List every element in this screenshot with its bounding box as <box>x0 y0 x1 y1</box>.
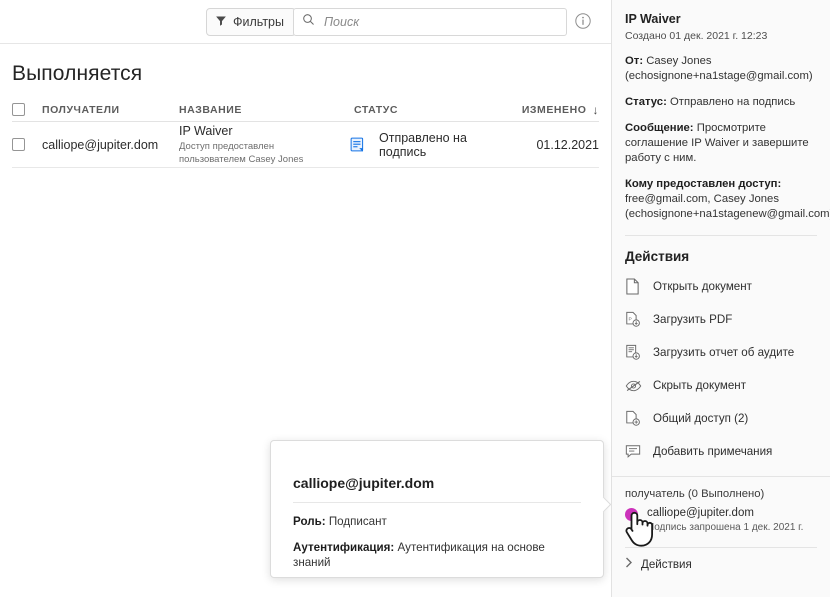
filters-button-label: Фильтры <box>233 14 284 29</box>
select-all-checkbox[interactable] <box>12 103 25 116</box>
recipient-status: Подпись запрошена 1 дек. 2021 г. <box>647 522 804 533</box>
actions-section-title: Действия <box>625 249 690 264</box>
action-hide-document-label: Скрыть документ <box>653 379 747 392</box>
detail-field-from-value: Casey Jones <box>646 55 712 67</box>
action-download-audit-report[interactable]: Загрузить отчет об аудите <box>612 336 830 369</box>
cell-title: IP Waiver Доступ предоставлен пользовате… <box>179 124 349 166</box>
action-add-notes-label: Добавить примечания <box>653 445 773 458</box>
cell-recipients: calliope@jupiter.dom <box>42 137 159 152</box>
filters-button[interactable]: Фильтры <box>206 8 296 36</box>
action-share-document-label: Общий доступ (2) <box>653 412 749 425</box>
details-summary: IP Waiver Создано 01 дек. 2021 г. 12:23 … <box>612 0 830 236</box>
column-header-title[interactable]: НАЗВАНИЕ <box>179 104 354 116</box>
tooltip-role-value: Подписант <box>328 515 387 528</box>
column-header-status[interactable]: СТАТУС <box>354 104 499 116</box>
table-header-row: ПОЛУЧАТЕЛИ НАЗВАНИЕ СТАТУС ИЗМЕНЕНО ↓ <box>12 98 599 122</box>
action-download-audit-report-label: Загрузить отчет об аудите <box>653 346 795 359</box>
info-circle-icon[interactable] <box>574 12 594 32</box>
agreement-name: IP Waiver <box>179 123 233 138</box>
row-select-cell <box>12 138 42 151</box>
svg-text:P: P <box>629 316 632 322</box>
detail-field-from-label: От: <box>625 55 644 67</box>
funnel-icon <box>215 15 227 30</box>
share-document-icon <box>625 410 653 427</box>
detail-field-status: Статус: Отправлено на подпись <box>625 95 817 110</box>
detail-field-shared-label: Кому предоставлен доступ: <box>625 178 782 190</box>
detail-field-status-value: Отправлено на подпись <box>669 96 796 108</box>
action-share-document[interactable]: Общий доступ (2) <box>612 402 830 435</box>
tooltip-role-row: Роль: Подписант <box>271 514 603 529</box>
avatar <box>625 508 638 521</box>
column-header-modified[interactable]: ИЗМЕНЕНО ↓ <box>499 103 599 117</box>
tooltip-divider <box>293 502 581 503</box>
detail-field-message: Сообщение: Просмотрите соглашение IP Wai… <box>625 121 817 166</box>
agreement-shared-by: Доступ предоставлен пользователем Casey … <box>179 140 304 165</box>
detail-field-from-email: (echosignone+na1stage@gmail.com) <box>625 70 813 82</box>
recipients-section-header: получатель (0 Выполнено) <box>625 488 765 500</box>
cell-modified: 01.12.2021 <box>536 137 599 152</box>
table-row[interactable]: calliope@jupiter.dom IP Waiver Доступ пр… <box>12 122 599 168</box>
action-download-pdf[interactable]: P Загрузить PDF <box>612 303 830 336</box>
column-header-recipients[interactable]: ПОЛУЧАТЕЛИ <box>42 104 179 116</box>
hide-eye-icon <box>625 379 653 393</box>
tooltip-role-label: Роль: <box>293 515 326 528</box>
detail-field-message-label: Сообщение: <box>625 122 694 134</box>
column-header-modified-label: ИЗМЕНЕНО <box>521 103 587 116</box>
action-download-pdf-label: Загрузить PDF <box>653 313 733 326</box>
recipient-info: calliope@jupiter.dom Подпись запрошена 1… <box>647 506 803 535</box>
page-title: Выполняется <box>12 62 143 85</box>
recipient-item[interactable]: calliope@jupiter.dom Подпись запрошена 1… <box>612 506 830 535</box>
detail-field-shared: Кому предоставлен доступ: free@gmail.com… <box>625 177 830 222</box>
recipient-actions-label: Действия <box>641 557 692 571</box>
tooltip-auth-row: Аутентификация: Аутентификация на основе… <box>271 540 603 570</box>
download-audit-report-icon <box>625 344 653 361</box>
app-root: Фильтры Выполняется ПОЛУЧАТЕЛИ НАЗВАНИ <box>0 0 830 597</box>
sort-descending-icon[interactable]: ↓ <box>592 103 599 117</box>
action-open-document-label: Открыть документ <box>653 280 752 293</box>
detail-field-shared-email: (echosignone+na1stagenew@gmail.com) <box>625 208 830 220</box>
document-icon <box>625 278 653 295</box>
recipient-tooltip-card: calliope@jupiter.dom Роль: Подписант Аут… <box>270 440 612 578</box>
cell-status: Отправлено на подпись <box>379 130 467 159</box>
agreements-table: ПОЛУЧАТЕЛИ НАЗВАНИЕ СТАТУС ИЗМЕНЕНО ↓ ca… <box>12 98 599 168</box>
recipient-actions-toggle[interactable]: Действия <box>612 548 830 571</box>
chevron-right-icon <box>625 557 633 571</box>
download-pdf-icon: P <box>625 311 653 328</box>
search-input[interactable] <box>322 14 552 30</box>
search-icon <box>302 13 315 31</box>
select-all-cell <box>12 103 42 116</box>
tooltip-title: calliope@jupiter.dom <box>293 475 435 491</box>
detail-document-title: IP Waiver <box>625 12 681 26</box>
tooltip-auth-label: Аутентификация: <box>293 541 395 554</box>
detail-field-from: От: Casey Jones (echosignone+na1stage@gm… <box>625 54 817 84</box>
detail-created-date: Создано 01 дек. 2021 г. 12:23 <box>625 30 768 42</box>
action-hide-document[interactable]: Скрыть документ <box>612 369 830 402</box>
add-notes-icon <box>625 444 653 459</box>
recipient-email: calliope@jupiter.dom <box>647 507 754 519</box>
row-checkbox[interactable] <box>12 138 25 151</box>
toolbar: Фильтры <box>0 0 611 44</box>
details-panel: IP Waiver Создано 01 дек. 2021 г. 12:23 … <box>611 0 830 597</box>
action-add-notes[interactable]: Добавить примечания <box>612 435 830 468</box>
search-box[interactable] <box>293 8 567 36</box>
detail-field-shared-value: free@gmail.com, Casey Jones <box>625 193 779 205</box>
action-open-document[interactable]: Открыть документ <box>612 270 830 303</box>
document-signature-icon <box>349 136 379 153</box>
detail-field-status-label: Статус: <box>625 96 667 108</box>
